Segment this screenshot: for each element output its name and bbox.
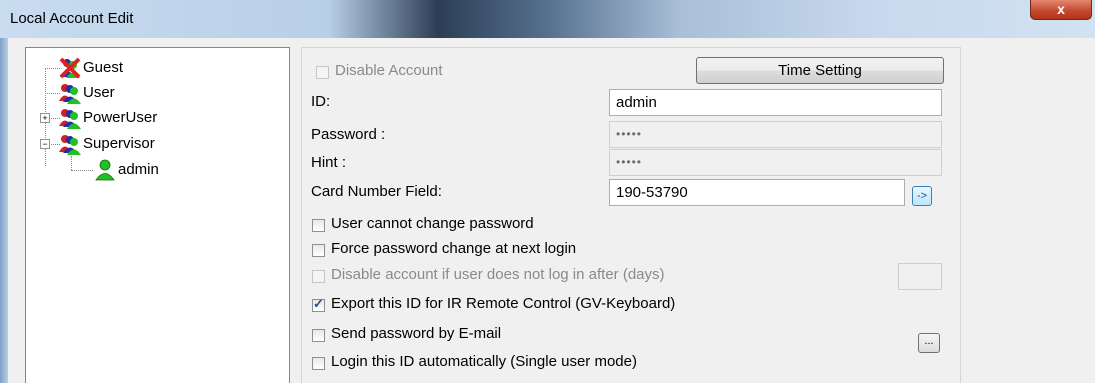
expand-poweruser-toggle[interactable]: + bbox=[40, 113, 50, 123]
tree-item-label: User bbox=[83, 84, 115, 101]
tree-line bbox=[45, 68, 60, 69]
send-email-label: Send password by E-mail bbox=[331, 325, 502, 342]
card-number-field[interactable]: 190-53790 bbox=[609, 179, 905, 206]
id-label: ID: bbox=[311, 93, 331, 110]
user-group-icon bbox=[59, 109, 81, 130]
tree-item-label: Guest bbox=[83, 59, 124, 76]
email-settings-button[interactable]: ... bbox=[918, 333, 940, 353]
disable-account-label: Disable Account bbox=[335, 62, 443, 79]
user-group-icon bbox=[59, 135, 81, 156]
disable-if-no-login-checkbox[interactable] bbox=[312, 270, 325, 283]
account-properties-panel: Disable Account Time Setting ID: admin P… bbox=[301, 47, 961, 383]
card-number-label: Card Number Field: bbox=[311, 183, 442, 200]
export-ir-checkbox[interactable]: ✓ bbox=[312, 296, 325, 312]
login-auto-checkbox[interactable] bbox=[312, 357, 325, 370]
close-button[interactable]: x bbox=[1030, 0, 1092, 20]
tree-item-user[interactable]: User bbox=[59, 81, 115, 105]
tree-item-admin[interactable]: admin bbox=[94, 158, 159, 182]
tree-item-label: PowerUser bbox=[83, 109, 158, 126]
export-ir-label: Export this ID for IR Remote Control (GV… bbox=[331, 295, 676, 312]
tree-line bbox=[71, 170, 93, 171]
tree-item-label: Supervisor bbox=[83, 135, 155, 152]
force-change-label: Force password change at next login bbox=[331, 240, 577, 257]
disable-if-no-login-label: Disable account if user does not log in … bbox=[331, 266, 665, 283]
id-field[interactable]: admin bbox=[609, 89, 942, 116]
user-icon bbox=[95, 159, 115, 181]
hint-label: Hint : bbox=[311, 154, 347, 171]
send-email-checkbox[interactable] bbox=[312, 329, 325, 342]
arrow-right-icon: -> bbox=[916, 190, 928, 202]
account-tree[interactable]: + − Guest User PowerUser Supervisor admi… bbox=[25, 47, 290, 383]
hint-field[interactable]: ••••• bbox=[609, 149, 942, 176]
days-field[interactable] bbox=[898, 263, 942, 290]
checkmark-icon: ✓ bbox=[313, 296, 324, 311]
tree-item-guest[interactable]: Guest bbox=[59, 56, 123, 80]
tree-item-poweruser[interactable]: PowerUser bbox=[59, 106, 157, 130]
disabled-user-icon bbox=[59, 57, 81, 79]
card-number-arrow-button[interactable]: -> bbox=[912, 186, 932, 206]
disable-account-checkbox[interactable] bbox=[316, 66, 329, 79]
tree-line bbox=[71, 156, 72, 170]
collapse-supervisor-toggle[interactable]: − bbox=[40, 139, 50, 149]
tree-item-label: admin bbox=[118, 161, 159, 178]
tree-item-supervisor[interactable]: Supervisor bbox=[59, 132, 155, 156]
user-cannot-change-label: User cannot change password bbox=[331, 215, 534, 232]
tree-line bbox=[45, 93, 60, 94]
password-label: Password : bbox=[311, 126, 386, 143]
title-bar[interactable]: Local Account Edit x bbox=[0, 0, 1095, 38]
window-frame-left bbox=[0, 38, 8, 383]
user-cannot-change-checkbox[interactable] bbox=[312, 219, 325, 232]
window-title: Local Account Edit bbox=[10, 10, 134, 27]
login-auto-label: Login this ID automatically (Single user… bbox=[331, 353, 637, 370]
user-group-icon bbox=[59, 84, 81, 105]
password-field[interactable]: ••••• bbox=[609, 121, 942, 148]
force-change-checkbox[interactable] bbox=[312, 244, 325, 257]
close-icon: x bbox=[1057, 1, 1065, 17]
time-setting-button[interactable]: Time Setting bbox=[696, 57, 944, 84]
